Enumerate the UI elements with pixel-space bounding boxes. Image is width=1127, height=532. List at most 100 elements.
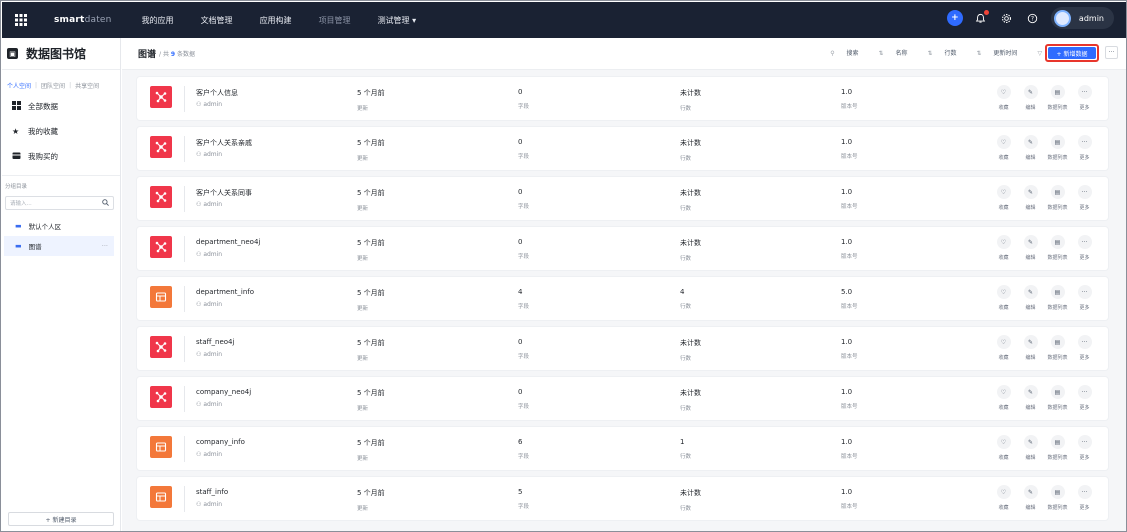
- nav-project-management[interactable]: 项目管理: [319, 15, 351, 26]
- dataset-name[interactable]: department_neo4j: [196, 238, 260, 246]
- more-button[interactable]: ··· 更多: [1073, 85, 1096, 111]
- list-item[interactable]: department_info ⚇ admin 5 个月前 更新 4 字段 4 行数 …: [137, 277, 1108, 320]
- more-button[interactable]: ··· 更多: [1073, 285, 1096, 311]
- favorite-button[interactable]: ♡ 收藏: [992, 135, 1015, 161]
- add-data-button[interactable]: + 新增数据: [1045, 44, 1099, 62]
- list-item[interactable]: staff_neo4j ⚇ admin 5 个月前 更新 0 字段 未计数 行数 1.…: [137, 327, 1108, 370]
- favorite-button[interactable]: ♡ 收藏: [992, 335, 1015, 361]
- nav-test-management[interactable]: 测试管理 ▾: [378, 15, 417, 26]
- more-icon: ···: [1077, 335, 1092, 349]
- list-item[interactable]: company_info ⚇ admin 5 个月前 更新 6 字段 1 行数 1.0…: [137, 427, 1108, 470]
- dataset-owner: ⚇ admin: [196, 301, 222, 308]
- nav-doc-management[interactable]: 文档管理: [201, 15, 233, 26]
- favorite-button[interactable]: ♡ 收藏: [992, 235, 1015, 261]
- dataset-name[interactable]: company_neo4j: [196, 388, 251, 396]
- fields-value: 6: [518, 438, 523, 446]
- favorite-button[interactable]: ♡ 收藏: [992, 185, 1015, 211]
- favorite-button[interactable]: ♡ 收藏: [992, 85, 1015, 111]
- more-button[interactable]: ··· 更多: [1073, 485, 1096, 511]
- tree-item-default-personal[interactable]: ▬ 默认个人区: [2, 216, 120, 236]
- brand-logo[interactable]: smartdaten: [54, 15, 112, 25]
- dataset-name[interactable]: 客户个人关系亲戚: [196, 138, 252, 148]
- dataset-owner: ⚇ admin: [196, 351, 222, 358]
- notification-bell-icon[interactable]: [973, 10, 989, 26]
- more-button[interactable]: ··· 更多: [1073, 235, 1096, 261]
- favorite-button[interactable]: ♡ 收藏: [992, 285, 1015, 311]
- sidebar-item-favorites[interactable]: ★ 我的收藏: [2, 119, 120, 144]
- data-list-button[interactable]: ▤ 数据列表: [1046, 185, 1069, 211]
- tab-shared-space[interactable]: 共享空间: [75, 81, 99, 90]
- new-directory-button[interactable]: + 新建目录: [8, 512, 114, 526]
- sort-by-rows[interactable]: ⇅ 行数: [918, 48, 957, 57]
- star-icon: ★: [12, 127, 20, 136]
- favorite-button[interactable]: ♡ 收藏: [992, 385, 1015, 411]
- more-button[interactable]: ··· 更多: [1073, 185, 1096, 211]
- nav-my-apps[interactable]: 我的应用: [142, 15, 174, 26]
- data-list-button[interactable]: ▤ 数据列表: [1046, 85, 1069, 111]
- data-list-button[interactable]: ▤ 数据列表: [1046, 385, 1069, 411]
- divider: [184, 286, 185, 312]
- tab-team-space[interactable]: 团队空间: [41, 81, 65, 90]
- help-icon[interactable]: ?: [1025, 10, 1041, 26]
- dataset-name[interactable]: staff_info: [196, 488, 228, 496]
- list-item[interactable]: staff_info ⚇ admin 5 个月前 更新 5 字段 未计数 行数 1.0…: [137, 477, 1108, 520]
- list-item[interactable]: 客户个人关系同事 ⚇ admin 5 个月前 更新 0 字段 未计数 行数 1.0 版本…: [137, 177, 1108, 220]
- fields-label: 字段: [518, 104, 530, 110]
- sidebar-header: ▣ 数据图书馆: [2, 38, 120, 70]
- edit-button[interactable]: ✎ 编辑: [1019, 385, 1042, 411]
- table-icon: [150, 286, 172, 308]
- edit-button[interactable]: ✎ 编辑: [1019, 435, 1042, 461]
- more-button[interactable]: ··· 更多: [1073, 435, 1096, 461]
- rows-column: 4 行数: [680, 288, 691, 310]
- more-options-button[interactable]: ···: [1105, 46, 1118, 59]
- sidebar-item-purchased[interactable]: 我购买的: [2, 144, 120, 169]
- sort-by-name[interactable]: ⇅ 名称: [869, 48, 908, 57]
- list-item[interactable]: 客户个人关系亲戚 ⚇ admin 5 个月前 更新 0 字段 未计数 行数 1.0 版本…: [137, 127, 1108, 170]
- edit-button[interactable]: ✎ 编辑: [1019, 285, 1042, 311]
- edit-button[interactable]: ✎ 编辑: [1019, 235, 1042, 261]
- dataset-name[interactable]: staff_neo4j: [196, 338, 234, 346]
- tree-item-graph[interactable]: ▬ 图谱 ···: [4, 236, 114, 256]
- data-list-button[interactable]: ▤ 数据列表: [1046, 285, 1069, 311]
- fields-column: 5 字段: [518, 488, 529, 510]
- list-item[interactable]: department_neo4j ⚇ admin 5 个月前 更新 0 字段 未计数…: [137, 227, 1108, 270]
- data-list-button[interactable]: ▤ 数据列表: [1046, 135, 1069, 161]
- sort-by-update-time[interactable]: ⇅ 更新时间: [966, 48, 1017, 57]
- favorite-button[interactable]: ♡ 收藏: [992, 435, 1015, 461]
- edit-button[interactable]: ✎ 编辑: [1019, 185, 1042, 211]
- edit-button[interactable]: ✎ 编辑: [1019, 135, 1042, 161]
- version-label: 版本号: [841, 504, 858, 510]
- edit-button[interactable]: ✎ 编辑: [1019, 485, 1042, 511]
- dataset-name[interactable]: department_info: [196, 288, 254, 296]
- edit-button[interactable]: ✎ 编辑: [1019, 335, 1042, 361]
- sidebar-item-all-data[interactable]: 全部数据: [2, 94, 120, 119]
- data-list-button[interactable]: ▤ 数据列表: [1046, 335, 1069, 361]
- dataset-name[interactable]: company_info: [196, 438, 245, 446]
- category-search-input[interactable]: 请输入...: [5, 196, 114, 210]
- create-plus-icon[interactable]: +: [946, 10, 963, 26]
- list-item[interactable]: company_neo4j ⚇ admin 5 个月前 更新 0 字段 未计数 行数 …: [137, 377, 1108, 420]
- search-icon[interactable]: [102, 198, 109, 208]
- edit-button[interactable]: ✎ 编辑: [1019, 85, 1042, 111]
- dataset-name[interactable]: 客户个人信息: [196, 88, 238, 98]
- more-button[interactable]: ··· 更多: [1073, 135, 1096, 161]
- search-tool[interactable]: ⚲ 搜索: [820, 48, 858, 57]
- data-list-button[interactable]: ▤ 数据列表: [1046, 435, 1069, 461]
- updated-column: 5 个月前 更新: [357, 138, 385, 162]
- dataset-name[interactable]: 客户个人关系同事: [196, 188, 252, 198]
- nav-app-build[interactable]: 应用构建: [260, 15, 292, 26]
- settings-gear-icon[interactable]: [999, 10, 1015, 26]
- more-icon[interactable]: ···: [102, 242, 108, 250]
- user-menu[interactable]: admin: [1050, 7, 1114, 29]
- tab-separator: |: [69, 81, 72, 89]
- list-item[interactable]: 客户个人信息 ⚇ admin 5 个月前 更新 0 字段 未计数 行数 1.0 版本号 …: [137, 77, 1108, 120]
- more-button[interactable]: ··· 更多: [1073, 385, 1096, 411]
- app-grid-icon[interactable]: [6, 5, 36, 35]
- tab-personal-space[interactable]: 个人空间: [7, 81, 31, 90]
- data-list-button[interactable]: ▤ 数据列表: [1046, 485, 1069, 511]
- data-list-button[interactable]: ▤ 数据列表: [1046, 235, 1069, 261]
- rows-label: 行数: [680, 156, 692, 162]
- favorite-button[interactable]: ♡ 收藏: [992, 485, 1015, 511]
- more-button[interactable]: ··· 更多: [1073, 335, 1096, 361]
- folder-icon: ▬: [15, 242, 22, 250]
